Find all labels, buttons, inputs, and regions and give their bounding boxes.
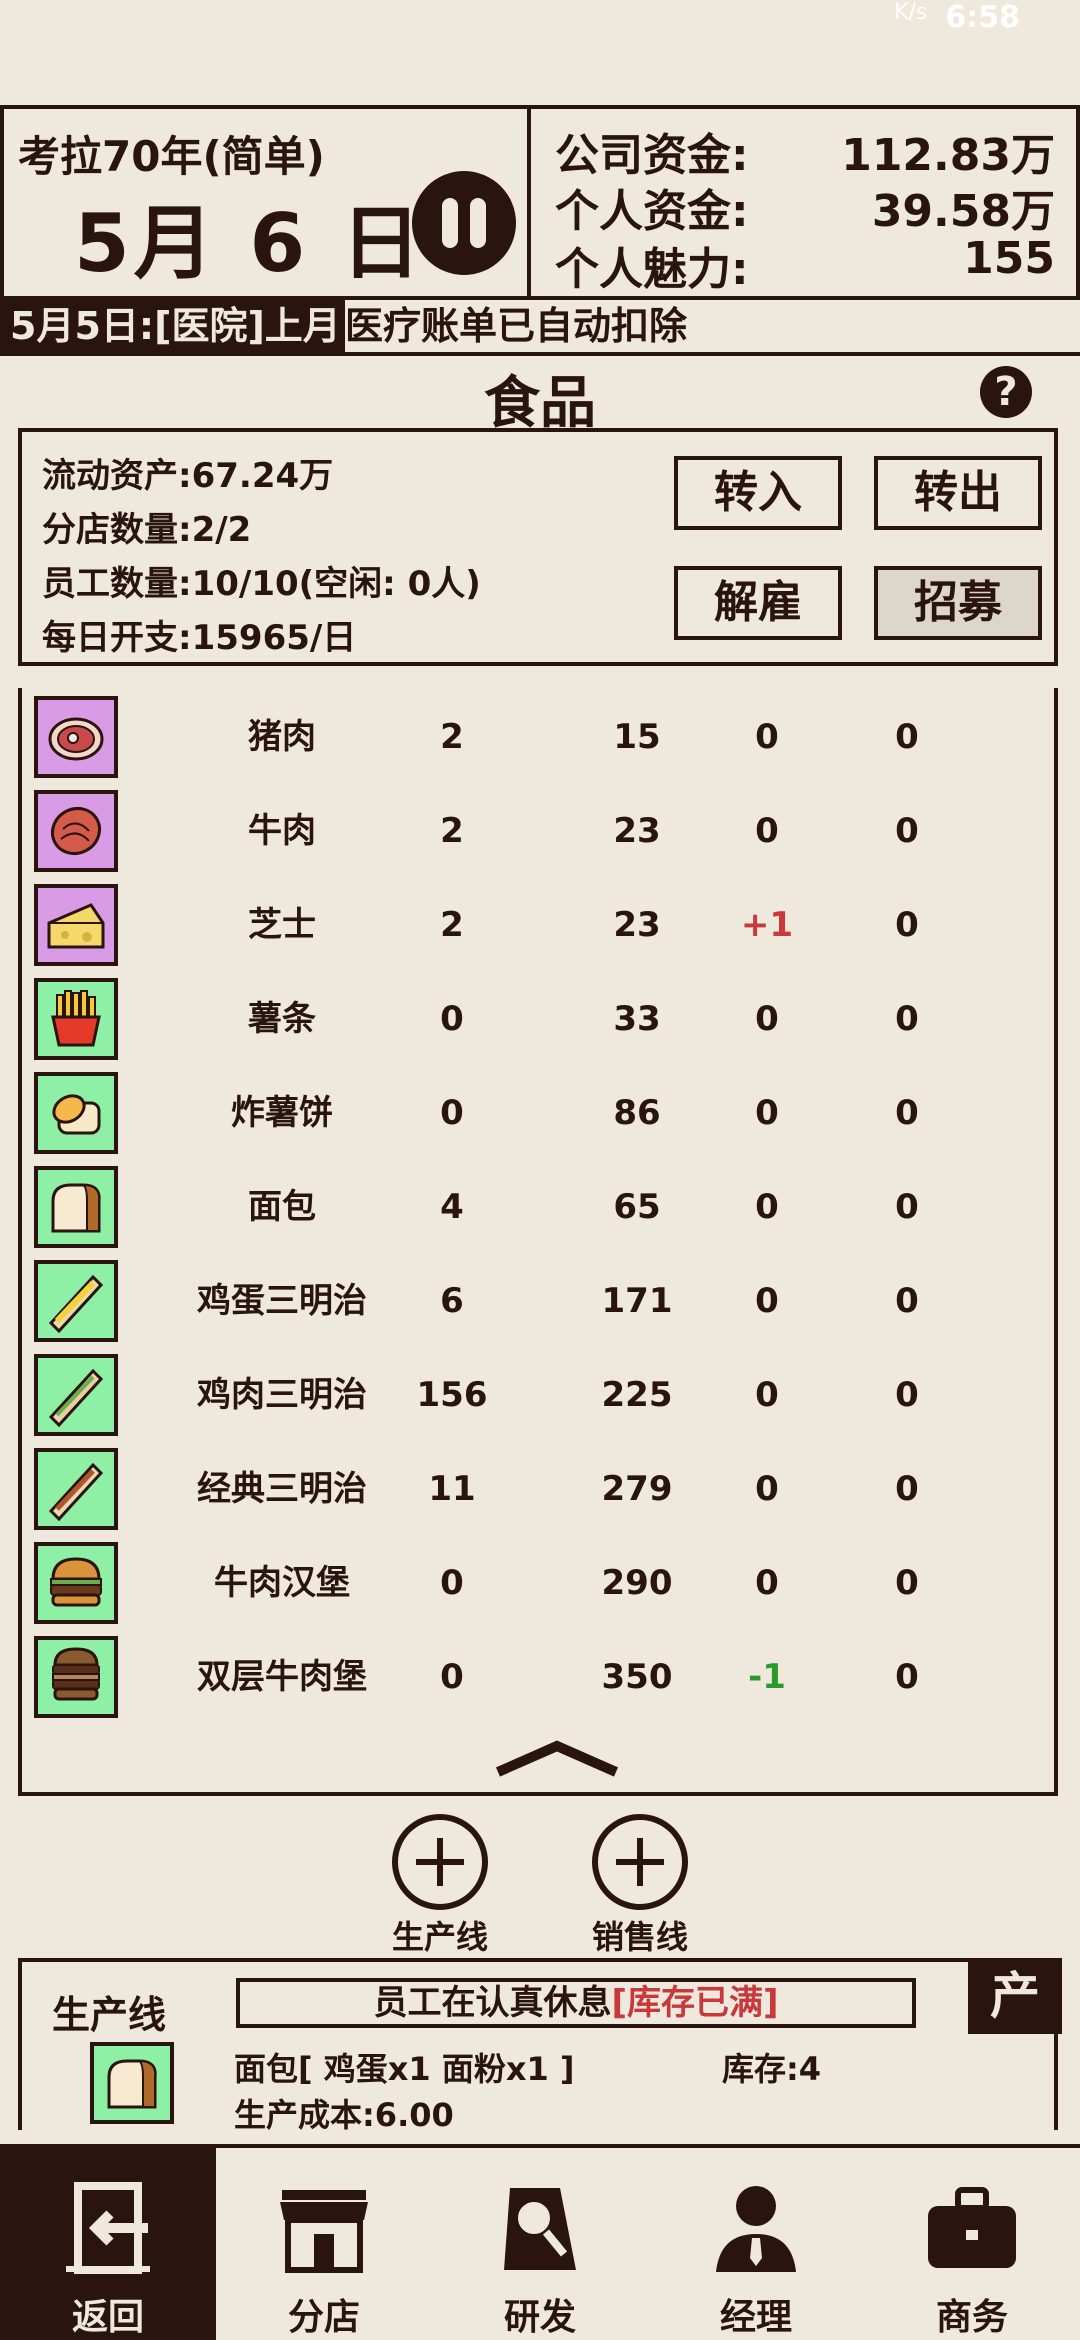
clock: 6:58 <box>945 0 1020 35</box>
status-bar: K/s 6:58 <box>0 0 1080 40</box>
list-item[interactable]: 面包 4 65 0 0 <box>22 1160 1054 1254</box>
list-item[interactable]: 炸薯饼 0 86 0 0 <box>22 1066 1054 1160</box>
production-recipe: 面包[ 鸡蛋x1 面粉x1 ] <box>234 2050 575 2088</box>
net-speed: K/s <box>894 0 928 25</box>
recruit-button[interactable]: 招募 <box>874 566 1042 640</box>
storefront-icon <box>280 2190 368 2273</box>
year-label: 考拉70年(简单) <box>18 132 325 181</box>
research-magnifier-icon <box>504 2188 576 2270</box>
list-item[interactable]: 薯条 0 33 0 0 <box>22 972 1054 1066</box>
transfer-out-button[interactable]: 转出 <box>874 456 1042 530</box>
add-production-line-label: 生产线 <box>391 1918 488 1956</box>
date-panel: 考拉70年(简单) 5月 6 日 <box>4 109 531 296</box>
pork-icon <box>34 696 118 778</box>
current-date: 5月 6 日 <box>74 197 426 290</box>
nav-manager[interactable]: 经理 <box>648 2148 864 2340</box>
egg-sandwich-icon <box>34 1260 118 1342</box>
list-item[interactable]: 鸡肉三明治 156 225 0 0 <box>22 1348 1054 1442</box>
status-icons: K/s 6:58 <box>894 0 1020 35</box>
exit-door-icon <box>66 2182 150 2274</box>
liquid-assets: 流动资产:67.24万 <box>42 456 334 496</box>
game-header: 考拉70年(简单) 5月 6 日 公司资金: 112.83万 个人资金: 39.… <box>0 105 1080 300</box>
cheese-icon <box>34 884 118 966</box>
list-item[interactable]: 鸡蛋三明治 6 171 0 0 <box>22 1254 1054 1348</box>
production-line-panel[interactable]: 生产线 员工在认真休息[库存已满] 产 面包[ 鸡蛋x1 面粉x1 ] 库存:4… <box>18 1958 1062 2134</box>
hashbrown-icon <box>34 1072 118 1154</box>
production-status: 员工在认真休息[库存已满] <box>236 1978 916 2028</box>
list-item[interactable]: 牛肉 2 23 0 0 <box>22 784 1054 878</box>
list-item[interactable]: 牛肉汉堡 0 290 0 0 <box>22 1536 1054 1630</box>
ticker-date: 5月5日:[医院]上月 <box>0 300 345 352</box>
burger-icon <box>34 1542 118 1624</box>
funds-panel: 公司资金: 112.83万 个人资金: 39.58万 个人魅力: 155 <box>535 109 1075 296</box>
list-item[interactable]: 猪肉 2 15 0 0 <box>22 690 1054 784</box>
branch-count: 分店数量:2/2 <box>42 510 252 550</box>
collapse-arrow-icon[interactable] <box>492 1738 622 1778</box>
add-sales-line-label: 销售线 <box>591 1918 688 1956</box>
nav-research[interactable]: 研发 <box>432 2148 648 2340</box>
fries-icon <box>34 978 118 1060</box>
add-sales-line-button[interactable] <box>592 1814 688 1910</box>
personal-funds: 个人资金: 39.58万 <box>555 186 1055 237</box>
chicken-sandwich-icon <box>34 1354 118 1436</box>
nav-back[interactable]: 返回 <box>0 2148 216 2340</box>
list-item[interactable]: 芝士 2 23 +1 0 <box>22 878 1054 972</box>
daily-expense: 每日开支:15965/日 <box>42 618 357 658</box>
bread-icon <box>90 2042 174 2124</box>
list-item[interactable]: 经典三明治 11 279 0 0 <box>22 1442 1054 1536</box>
double-burger-icon <box>34 1636 118 1718</box>
beef-icon <box>34 790 118 872</box>
help-icon[interactable]: ? <box>980 366 1032 418</box>
production-tag[interactable]: 产 <box>968 1958 1062 2034</box>
ticker-message: 医疗账单已自动扣除 <box>345 304 688 348</box>
bottom-nav: 返回 分店 研发 经理 商务 <box>0 2144 1080 2340</box>
nav-branch[interactable]: 分店 <box>216 2148 432 2340</box>
personal-charm: 个人魅力: 155 <box>555 233 1055 295</box>
bread-icon <box>34 1166 118 1248</box>
pause-icon <box>442 198 458 248</box>
news-ticker[interactable]: 5月5日:[医院]上月 医疗账单已自动扣除 <box>0 300 1080 356</box>
add-production-line-button[interactable] <box>392 1814 488 1910</box>
production-stock: 库存:4 <box>722 2050 822 2088</box>
production-line-title: 生产线 <box>52 1993 167 2037</box>
product-list[interactable]: 猪肉 2 15 0 0 牛肉 2 23 0 0 芝士 2 23 +1 0 薯条 … <box>18 688 1058 1796</box>
pause-button[interactable] <box>412 171 516 275</box>
company-funds: 公司资金: 112.83万 <box>555 130 1055 181</box>
production-cost: 生产成本:6.00 <box>234 2096 454 2134</box>
manager-person-icon <box>716 2186 796 2272</box>
briefcase-icon <box>928 2187 1016 2268</box>
nav-business[interactable]: 商务 <box>864 2148 1080 2340</box>
classic-sandwich-icon <box>34 1448 118 1530</box>
list-item[interactable]: 双层牛肉堡 0 350 -1 0 <box>22 1630 1054 1724</box>
store-info-panel: 流动资产:67.24万 分店数量:2/2 员工数量:10/10(空闲: 0人) … <box>18 428 1058 666</box>
fire-button[interactable]: 解雇 <box>674 566 842 640</box>
employee-count: 员工数量:10/10(空闲: 0人) <box>42 564 481 604</box>
transfer-in-button[interactable]: 转入 <box>674 456 842 530</box>
page-title: 食品 <box>484 371 596 436</box>
